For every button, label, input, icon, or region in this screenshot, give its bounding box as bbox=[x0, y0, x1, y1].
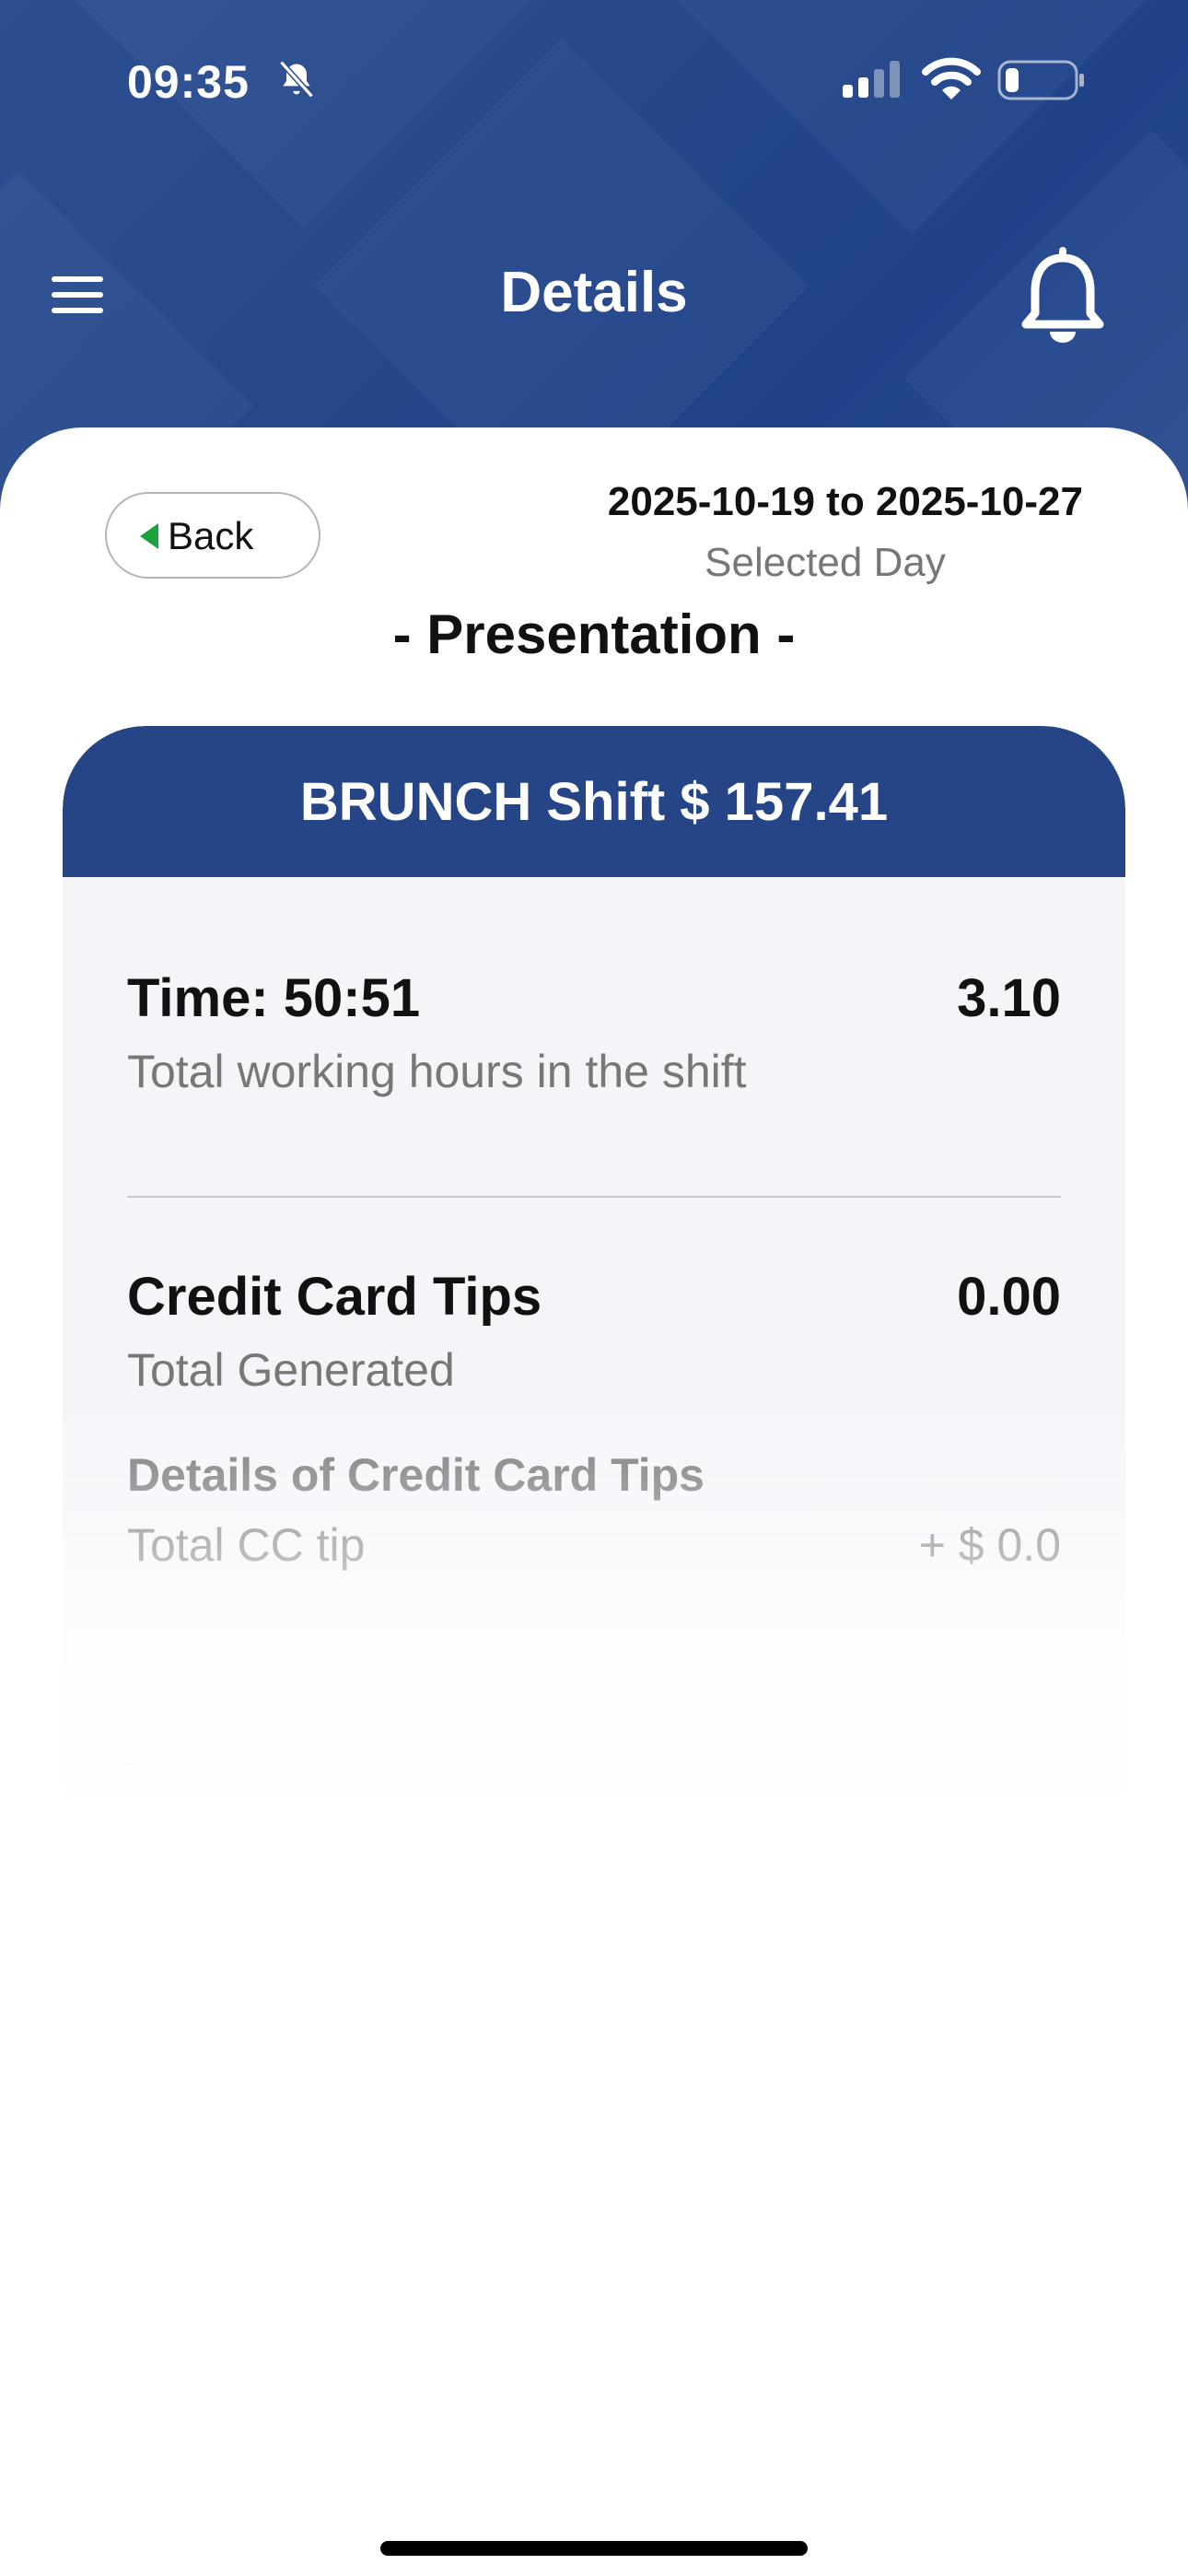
home-indicator[interactable] bbox=[380, 2541, 808, 2556]
cc-detail-label: Total CC tip bbox=[127, 1519, 366, 1571]
divider bbox=[127, 1196, 1061, 1198]
page-title: Details bbox=[500, 261, 688, 324]
time-title: Time: 50:51 bbox=[127, 968, 421, 1028]
cc-tips-title: Credit Card Tips bbox=[127, 1267, 542, 1327]
cc-tips-value: 0.00 bbox=[957, 1267, 1061, 1327]
divider bbox=[127, 1763, 1061, 1765]
back-button-label: Back bbox=[168, 514, 254, 557]
from-server-subtitle: 1.00% Commision Food of $12249.00 bbox=[127, 2210, 901, 2262]
status-time: 09:35 bbox=[127, 56, 250, 108]
from-server-title: From Server bbox=[127, 2133, 442, 2193]
time-value: 3.10 bbox=[957, 968, 1061, 1028]
from-server-subtitle: 2.00% Alcohol Sales of $1746.00 bbox=[127, 1912, 803, 1963]
shift-card: BRUNCH Shift $ 157.41 Time: 50:51 3.10 T… bbox=[63, 726, 1125, 2384]
cc-details-header: Details of Credit Card Tips bbox=[127, 1449, 705, 1501]
wifi-icon bbox=[922, 57, 981, 100]
battery-icon bbox=[997, 60, 1084, 100]
time-subtitle: Total working hours in the shift bbox=[127, 1046, 747, 1097]
cellular-signal-icon bbox=[843, 61, 900, 98]
divider bbox=[127, 2062, 1061, 2064]
shift-header: BRUNCH Shift $ 157.41 bbox=[63, 726, 1125, 877]
from-server-value: + $34.92 bbox=[851, 1834, 1061, 1894]
back-arrow-icon bbox=[140, 523, 158, 549]
cc-detail-value: + $ 0.0 bbox=[918, 1519, 1061, 1571]
selected-day-label: Selected Day bbox=[705, 540, 946, 585]
from-server-title: From Server bbox=[127, 1834, 442, 1894]
from-server-value: + $122.49 bbox=[821, 2133, 1061, 2193]
cc-tips-subtitle: Total Generated bbox=[127, 1344, 455, 1396]
section-title: - Presentation - bbox=[392, 603, 796, 665]
bell-slash-icon bbox=[279, 60, 314, 99]
bell-icon[interactable] bbox=[1017, 245, 1109, 346]
date-range: 2025-10-19 to 2025-10-27 bbox=[607, 479, 1083, 524]
back-button[interactable]: Back bbox=[105, 492, 320, 579]
